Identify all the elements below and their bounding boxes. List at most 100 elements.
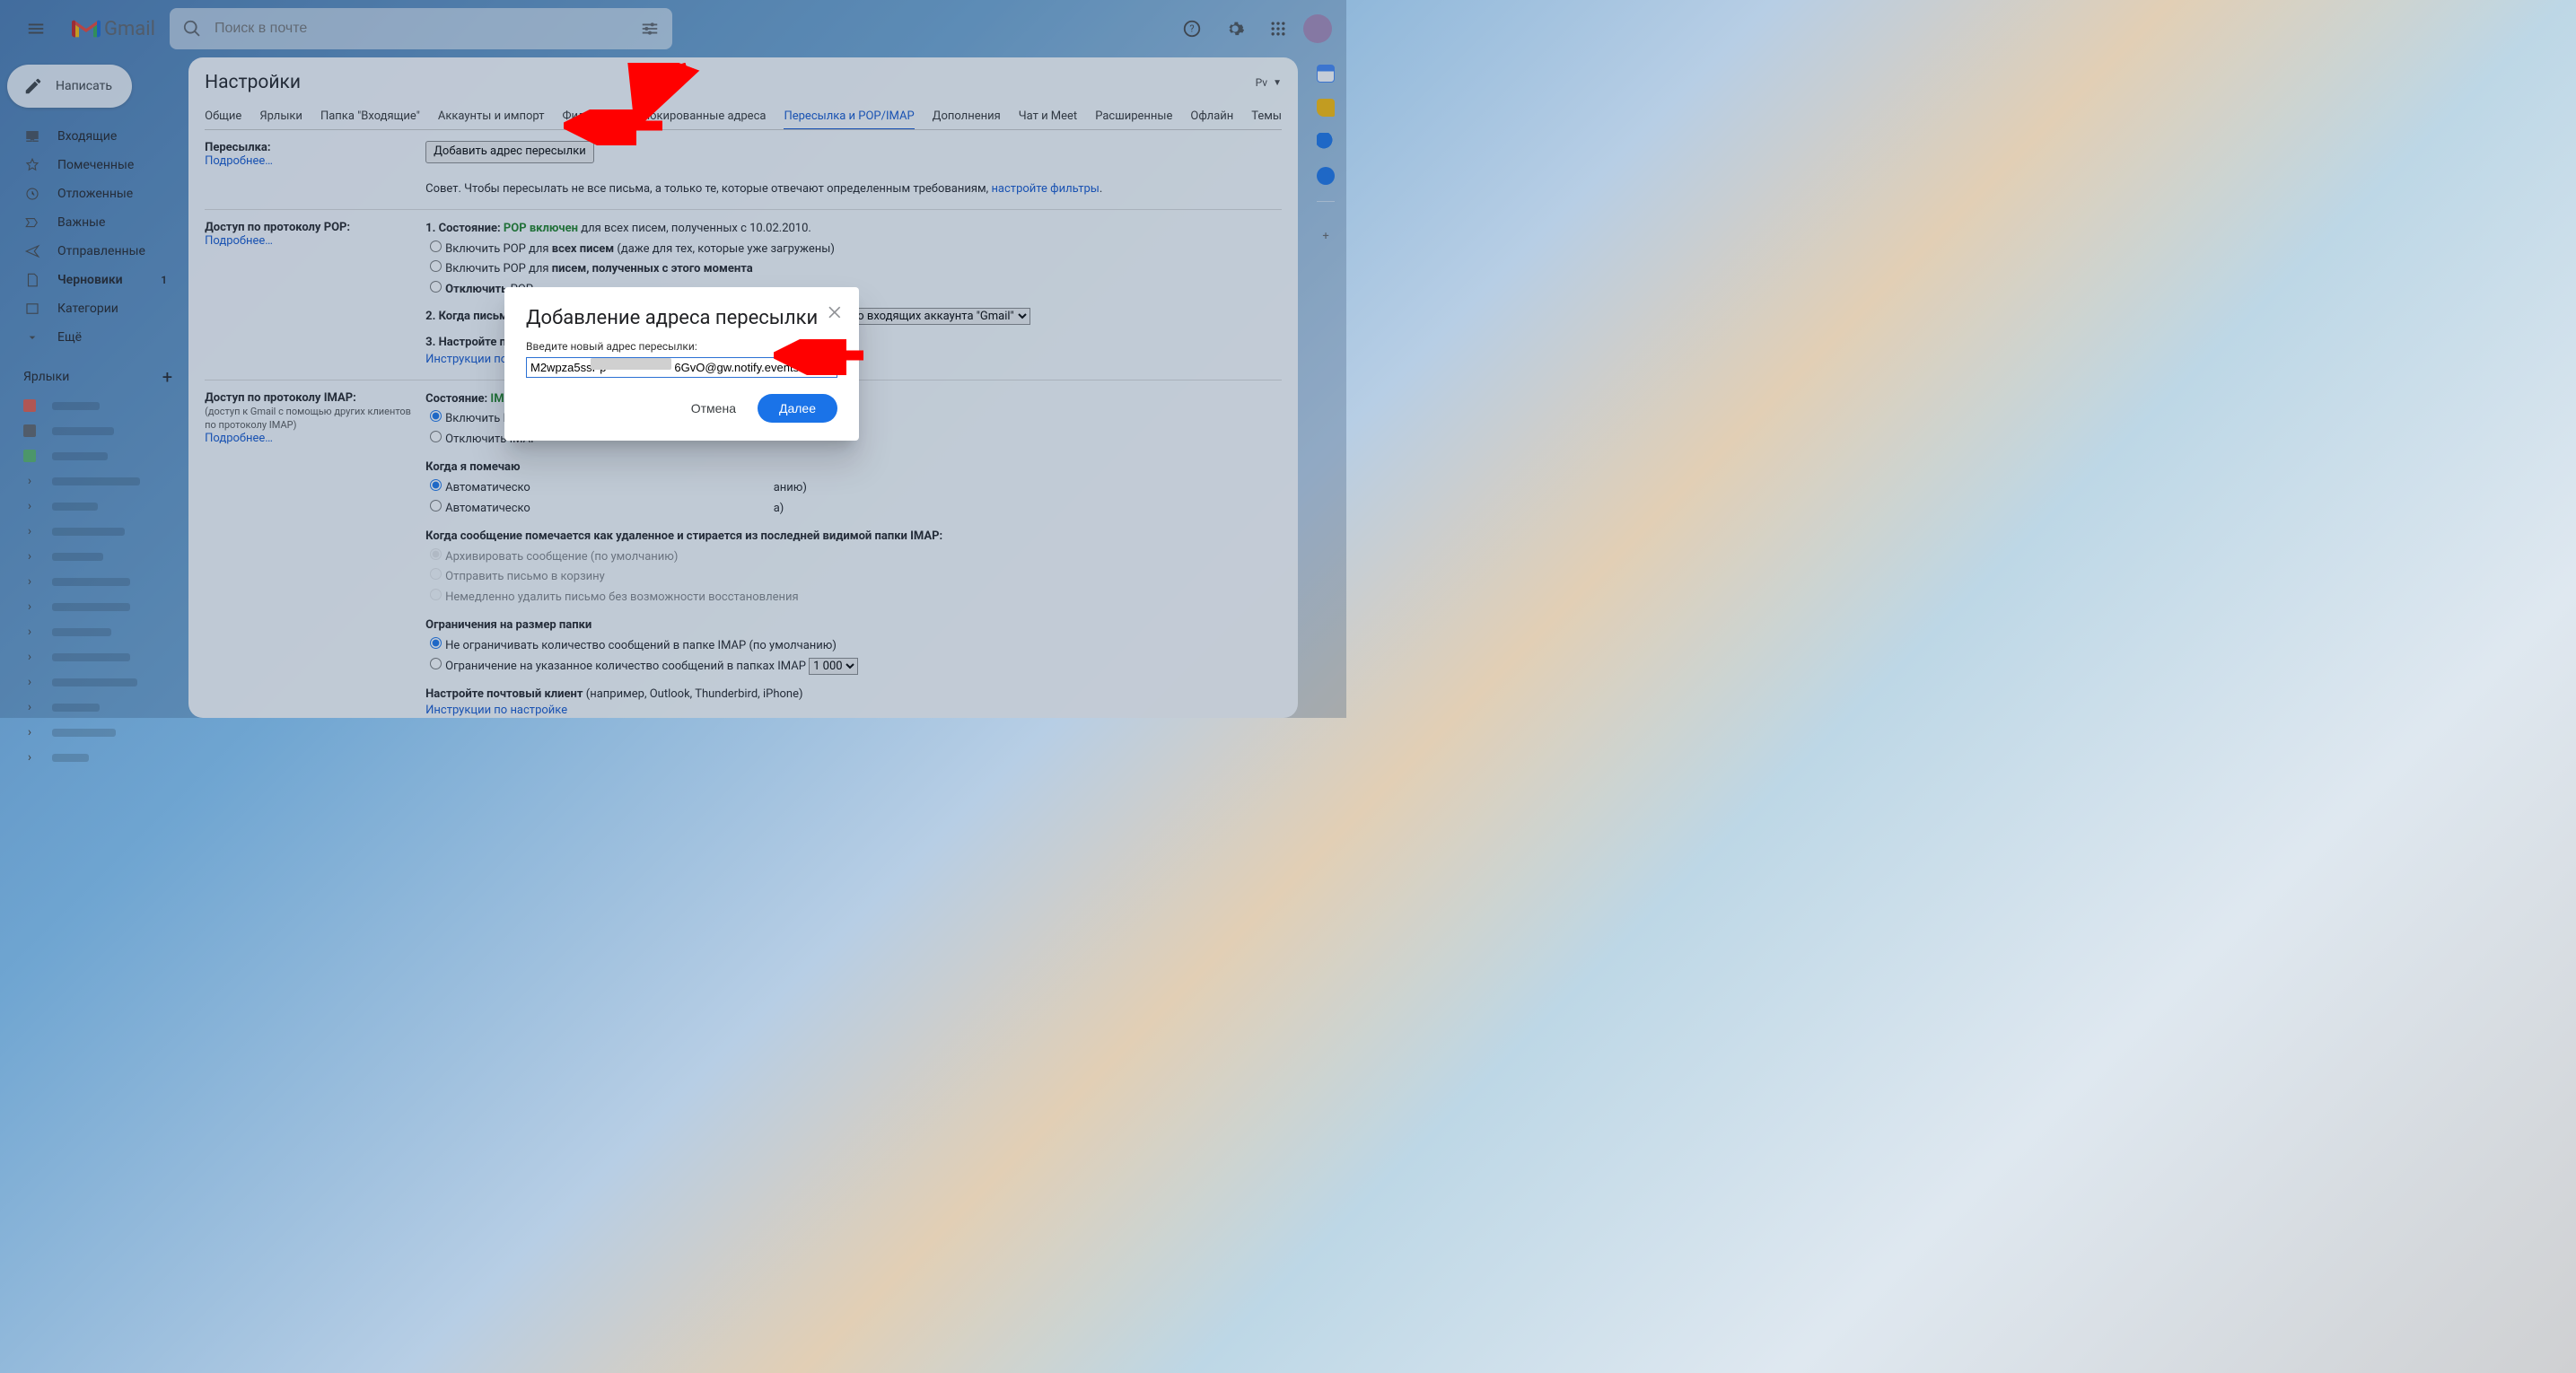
nav-item-clock[interactable]: Отложенные xyxy=(0,179,188,208)
tab-6[interactable]: Дополнения xyxy=(933,104,1001,129)
nav-item-inbox[interactable]: Входящие xyxy=(0,122,188,151)
tab-4[interactable]: Фильтры и заблокированные адреса xyxy=(562,104,766,129)
imap-heading: Доступ по протоколу IMAP: xyxy=(205,391,356,405)
label-subitem[interactable]: › xyxy=(0,569,188,594)
label-color-icon xyxy=(23,424,36,437)
search-input[interactable] xyxy=(213,20,640,38)
hamburger-icon xyxy=(26,19,46,39)
imap-auto2[interactable]: Автоматическо xyxy=(425,502,530,515)
account-avatar[interactable] xyxy=(1303,14,1332,43)
contacts-app-icon[interactable] xyxy=(1317,167,1335,185)
nav-item-category[interactable]: Категории xyxy=(0,294,188,323)
modal-field-label: Введите новый адрес пересылки: xyxy=(526,340,697,353)
imap-del-immediate[interactable]: Немедленно удалить письмо без возможност… xyxy=(425,590,799,604)
chevron-right-icon: › xyxy=(23,675,36,689)
imap-auto1[interactable]: Автоматическо xyxy=(425,481,530,494)
rail-divider xyxy=(1317,201,1335,202)
label-subitem[interactable]: › xyxy=(0,544,188,569)
tab-9[interactable]: Офлайн xyxy=(1190,104,1233,129)
keep-app-icon[interactable] xyxy=(1317,99,1335,117)
compose-button[interactable]: Написать xyxy=(7,65,132,108)
imap-size-unlimited[interactable]: Не ограничивать количество сообщений в п… xyxy=(425,639,837,652)
header-right: ? xyxy=(1174,11,1332,47)
apps-button[interactable] xyxy=(1260,11,1296,47)
settings-button[interactable] xyxy=(1217,11,1253,47)
label-subitem[interactable]: › xyxy=(0,619,188,644)
caret-down-icon: ▼ xyxy=(1273,78,1282,88)
imap-learn-more[interactable]: Подробнее… xyxy=(205,432,273,445)
labels-heading: Ярлыки + xyxy=(0,361,188,393)
nav-item-important[interactable]: Важные xyxy=(0,208,188,237)
gmail-logo[interactable]: Gmail xyxy=(72,18,155,40)
forwarding-learn-more[interactable]: Подробнее… xyxy=(205,154,273,168)
imap-size-limited[interactable]: Ограничение на указанное количество сооб… xyxy=(425,660,806,673)
close-icon xyxy=(827,303,845,321)
tab-3[interactable]: Аккаунты и импорт xyxy=(438,104,545,129)
label-subitem[interactable]: › xyxy=(0,594,188,619)
tab-5[interactable]: Пересылка и POP/IMAP xyxy=(784,104,914,130)
language-picker[interactable]: Pv ▼ xyxy=(1256,76,1282,89)
search-bar[interactable] xyxy=(170,8,672,49)
chevron-right-icon: › xyxy=(23,700,36,714)
label-subitem[interactable]: › xyxy=(0,519,188,544)
nav-item-star[interactable]: Помеченные xyxy=(0,151,188,179)
help-icon: ? xyxy=(1182,19,1202,39)
modal-next-button[interactable]: Далее xyxy=(758,394,837,423)
svg-text:?: ? xyxy=(1189,23,1194,35)
label-subitem[interactable]: › xyxy=(0,669,188,695)
pencil-icon xyxy=(23,76,43,96)
search-options-icon[interactable] xyxy=(640,19,660,39)
chevron-right-icon: › xyxy=(23,574,36,589)
nav-item-more[interactable]: Ещё xyxy=(0,323,188,352)
chevron-right-icon: › xyxy=(23,549,36,564)
label-item[interactable] xyxy=(0,393,188,418)
menu-button[interactable] xyxy=(14,7,57,50)
imap-instructions-link[interactable]: Инструкции по настройке xyxy=(425,704,567,717)
label-subitem[interactable]: › xyxy=(0,695,188,720)
pop-enable-now[interactable]: Включить POP для писем, полученных с это… xyxy=(425,262,753,275)
apps-icon xyxy=(1269,20,1287,38)
label-subitem[interactable]: › xyxy=(0,468,188,494)
get-addons-button[interactable]: + xyxy=(1308,218,1344,254)
imap-size-select[interactable]: 1 000 xyxy=(809,658,858,675)
forwarding-address-input[interactable] xyxy=(526,357,837,378)
tab-8[interactable]: Расширенные xyxy=(1095,104,1172,129)
label-subitem[interactable]: › xyxy=(0,644,188,669)
side-panel: + xyxy=(1305,57,1346,718)
nav-item-draft[interactable]: Черновики1 xyxy=(0,266,188,294)
chevron-right-icon: › xyxy=(23,499,36,513)
label-item[interactable] xyxy=(0,443,188,468)
draft-icon xyxy=(23,271,41,289)
calendar-app-icon[interactable] xyxy=(1317,65,1335,83)
add-forwarding-address-button[interactable]: Добавить адрес пересылки xyxy=(425,141,594,163)
important-icon xyxy=(23,214,41,232)
tab-10[interactable]: Темы xyxy=(1251,104,1282,129)
modal-close-button[interactable] xyxy=(823,300,848,325)
imap-del-trash[interactable]: Отправить письмо в корзину xyxy=(425,570,605,583)
tab-1[interactable]: Ярлыки xyxy=(259,104,302,129)
tab-2[interactable]: Папка "Входящие" xyxy=(320,104,420,129)
label-subitem[interactable]: › xyxy=(0,494,188,519)
label-item[interactable] xyxy=(0,418,188,443)
pop-learn-more[interactable]: Подробнее… xyxy=(205,234,273,248)
modal-cancel-button[interactable]: Отмена xyxy=(677,394,750,423)
tab-0[interactable]: Общие xyxy=(205,104,241,129)
help-button[interactable]: ? xyxy=(1174,11,1210,47)
pop-enable-all[interactable]: Включить POP для всех писем (даже для те… xyxy=(425,242,835,256)
tasks-app-icon[interactable] xyxy=(1317,133,1335,151)
label-color-icon xyxy=(23,450,36,462)
imap-del-archive[interactable]: Архивировать сообщение (по умолчанию) xyxy=(425,550,678,564)
chevron-right-icon: › xyxy=(23,725,36,739)
label-subitem[interactable]: › xyxy=(0,720,188,745)
clock-icon xyxy=(23,185,41,203)
page-title: Настройки xyxy=(205,72,301,93)
nav-item-sent[interactable]: Отправленные xyxy=(0,237,188,266)
sent-icon xyxy=(23,242,41,260)
configure-filters-link[interactable]: настройте фильтры xyxy=(991,182,1099,196)
label-subitem[interactable]: › xyxy=(0,745,188,770)
chevron-right-icon: › xyxy=(23,750,36,765)
tab-7[interactable]: Чат и Meet xyxy=(1019,104,1077,129)
header: Gmail ? xyxy=(0,0,1346,57)
add-label-button[interactable]: + xyxy=(162,366,172,388)
gmail-logo-icon xyxy=(72,18,101,39)
